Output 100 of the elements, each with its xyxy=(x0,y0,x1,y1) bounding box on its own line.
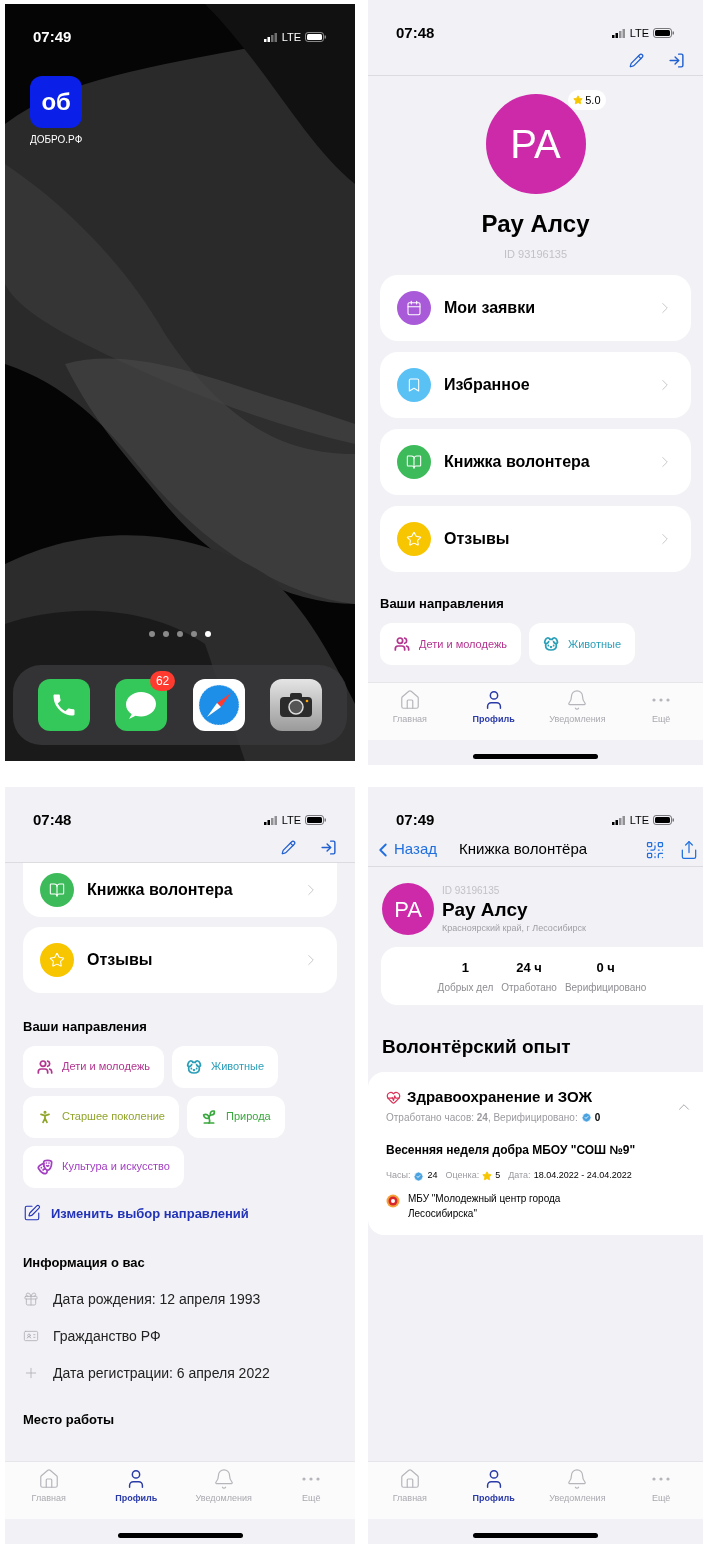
id-card-icon xyxy=(23,1328,39,1344)
tab[interactable]: Профиль xyxy=(92,1468,180,1519)
status-time: 07:48 xyxy=(396,22,435,43)
signal-icon xyxy=(611,815,626,825)
menu-item[interactable]: Отзывы xyxy=(380,505,691,572)
battery-icon xyxy=(653,28,675,38)
network-label: LTE xyxy=(281,29,301,45)
signal-icon xyxy=(611,28,626,38)
signal-icon xyxy=(263,815,278,825)
app-label: ДОБРО.РФ xyxy=(30,133,83,147)
tab[interactable]: Профиль xyxy=(451,1468,536,1519)
status-time: 07:49 xyxy=(396,809,435,830)
section-heading: Ваши направления xyxy=(380,594,505,613)
menu-item[interactable]: Книжка волонтера xyxy=(380,428,691,495)
star-icon xyxy=(482,1171,493,1181)
profile-name: Рау Алсу xyxy=(481,209,590,239)
rating-value: 5.0 xyxy=(585,92,601,108)
home-icon xyxy=(398,689,421,711)
edit-button[interactable] xyxy=(281,840,296,855)
direction-label: Животные xyxy=(211,1059,265,1075)
change-directions-link[interactable]: Изменить выбор направлений xyxy=(23,1203,249,1223)
status-time: 07:48 xyxy=(33,809,72,830)
network-label: LTE xyxy=(281,812,301,828)
edit-icon xyxy=(23,1204,41,1223)
status-time: 07:49 xyxy=(33,26,72,47)
meta-label: Оценка: xyxy=(445,1169,480,1183)
info-text: Дата рождения: 12 апреля 1993 xyxy=(53,1289,261,1309)
menu-item[interactable]: Книжка волонтера xyxy=(23,863,337,917)
home-icon xyxy=(37,1468,60,1490)
battery-icon xyxy=(653,815,675,825)
heart-pulse-icon xyxy=(386,1089,401,1105)
stat-label: Отработано xyxy=(501,980,557,995)
battery-icon xyxy=(305,815,327,825)
verified-icon xyxy=(413,1170,425,1182)
profile-region: Красноярский край, г Лесосибирск xyxy=(442,921,587,935)
direction-label: Дети и молодежь xyxy=(419,636,507,652)
network-label: LTE xyxy=(629,812,649,828)
info-text: Гражданство РФ xyxy=(53,1326,161,1346)
more-icon xyxy=(652,1477,671,1481)
direction-label: Природа xyxy=(226,1109,271,1125)
section-heading: Волонтёрский опыт xyxy=(382,1035,572,1060)
direction-label: Старшее поколение xyxy=(62,1109,165,1125)
star-icon xyxy=(49,952,65,968)
meta-label: Дата: xyxy=(508,1169,531,1183)
bell-icon xyxy=(566,1468,589,1490)
direction-label: Дети и молодежь xyxy=(62,1059,150,1075)
plus-icon xyxy=(23,1365,39,1381)
event-title: Весенняя неделя добра МБОУ "СОШ №9" xyxy=(386,1142,637,1160)
star-icon xyxy=(406,530,422,547)
book-icon xyxy=(49,882,65,898)
menu-item[interactable]: Избранное xyxy=(380,351,691,418)
menu-item[interactable]: Мои заявки xyxy=(380,274,691,341)
meta-value: 24 xyxy=(427,1169,438,1183)
star-icon xyxy=(573,95,584,105)
tab[interactable]: Профиль xyxy=(451,689,536,740)
notification-badge: 62 xyxy=(149,671,176,691)
app-icon[interactable]: об xyxy=(30,76,83,128)
verified-count: 0 xyxy=(594,1111,601,1126)
login-button[interactable] xyxy=(320,839,337,856)
phone-app-icon[interactable] xyxy=(37,679,90,731)
meta-value: 5 xyxy=(495,1169,501,1183)
direction-label: Культура и искусство xyxy=(62,1159,170,1175)
section-heading: Ваши направления xyxy=(23,1018,148,1036)
section-heading: Информация о вас xyxy=(23,1254,146,1272)
camera-app-icon[interactable] xyxy=(270,679,323,731)
share-button[interactable] xyxy=(679,839,699,860)
info-text: Дата регистрации: 6 апреля 2022 xyxy=(53,1363,270,1383)
calendar-icon xyxy=(406,299,422,316)
edit-button[interactable] xyxy=(629,53,644,68)
avatar: PA xyxy=(485,94,586,194)
organizer-logo-icon xyxy=(386,1193,400,1208)
verified-icon xyxy=(580,1112,592,1124)
bell-icon xyxy=(212,1468,235,1490)
qr-code-button[interactable] xyxy=(645,839,665,860)
back-button[interactable]: Назад xyxy=(372,838,437,861)
book-icon xyxy=(406,453,422,470)
section-heading: Место работы xyxy=(23,1410,116,1429)
profile-name: Рау Алсу xyxy=(442,898,529,922)
home-icon xyxy=(398,1468,421,1490)
battery-icon xyxy=(305,32,327,42)
compass-app-icon[interactable] xyxy=(192,679,245,731)
network-label: LTE xyxy=(629,25,649,41)
screen-title: Книжка волонтёра xyxy=(459,839,588,860)
stat-value: 1 xyxy=(461,959,470,977)
signal-icon xyxy=(263,32,278,42)
menu-item[interactable]: Отзывы xyxy=(23,927,337,993)
organizer-name: МБУ "Молодежный центр города Лесосибирска" xyxy=(408,1191,562,1221)
stat-label: Добрых дел xyxy=(437,980,494,995)
bookmark-icon xyxy=(406,376,422,393)
stat-value: 24 ч xyxy=(516,959,542,977)
stat-label: Верифицировано xyxy=(564,980,647,995)
meta-value: 18.04.2022 - 24.04.2022 xyxy=(533,1169,632,1183)
category-summary: Отработано часов: 24, Верифицировано: xyxy=(386,1111,578,1126)
login-button[interactable] xyxy=(668,52,685,69)
bell-icon xyxy=(566,689,589,711)
avatar: PA xyxy=(382,883,434,936)
gift-icon xyxy=(23,1291,39,1307)
meta-label: Часы: xyxy=(386,1169,411,1183)
direction-label: Животные xyxy=(568,636,622,652)
more-icon xyxy=(652,698,671,702)
